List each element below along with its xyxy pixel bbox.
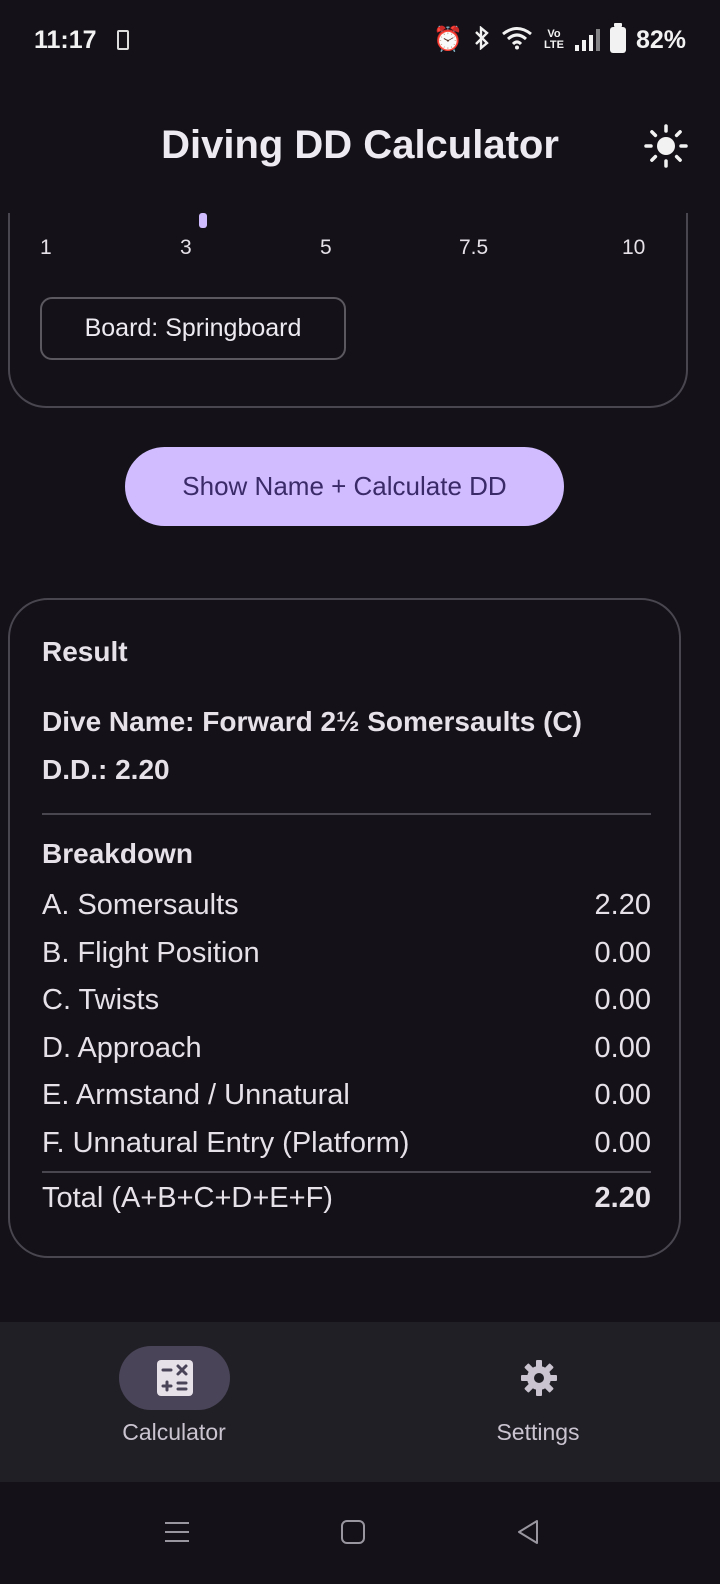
breakdown-value: 0.00 bbox=[594, 936, 651, 969]
breakdown-value: 0.00 bbox=[594, 1079, 651, 1112]
dd-value: D.D.: 2.20 bbox=[42, 754, 170, 785]
height-slider-thumb[interactable] bbox=[199, 213, 207, 228]
breakdown-value: 0.00 bbox=[594, 1126, 651, 1159]
divider bbox=[42, 813, 651, 815]
recent-apps-button[interactable] bbox=[155, 1510, 199, 1554]
nav-active-indicator bbox=[119, 1346, 230, 1410]
system-navigation-bar bbox=[0, 1482, 720, 1584]
nav-item-settings[interactable]: Settings bbox=[360, 1322, 720, 1482]
status-bar: 11:17 ⏰ Vo LTE 82% bbox=[0, 0, 720, 80]
nav-item-calculator[interactable]: Calculator bbox=[0, 1322, 360, 1482]
slider-tick-label: 1 bbox=[40, 236, 52, 259]
breakdown-label: E. Armstand / Unnatural bbox=[42, 1079, 350, 1112]
app-screen: 11:17 ⏰ Vo LTE 82% Diving DD Calculator bbox=[0, 0, 720, 1584]
result-title: Result bbox=[42, 636, 128, 667]
breakdown-row: F. Unnatural Entry (Platform) 0.00 bbox=[42, 1120, 651, 1168]
breakdown-label: D. Approach bbox=[42, 1031, 202, 1064]
breakdown-value: 0.00 bbox=[594, 1031, 651, 1064]
home-button[interactable] bbox=[331, 1510, 375, 1554]
wifi-icon bbox=[501, 26, 533, 55]
breakdown-row: D. Approach 0.00 bbox=[42, 1025, 651, 1073]
bluetooth-icon bbox=[473, 24, 491, 55]
home-square-icon bbox=[341, 1520, 365, 1544]
breakdown-row: E. Armstand / Unnatural 0.00 bbox=[42, 1072, 651, 1120]
breakdown-list: A. Somersaults 2.20 B. Flight Position 0… bbox=[42, 882, 651, 1167]
slider-tick-label: 3 bbox=[180, 236, 192, 259]
back-button[interactable] bbox=[506, 1510, 550, 1554]
breakdown-value: 0.00 bbox=[594, 984, 651, 1017]
sun-icon bbox=[644, 124, 688, 168]
breakdown-row: A. Somersaults 2.20 bbox=[42, 882, 651, 930]
status-icons: ⏰ Vo LTE 82% bbox=[433, 23, 686, 55]
theme-toggle-button[interactable] bbox=[642, 122, 690, 170]
breakdown-row: C. Twists 0.00 bbox=[42, 977, 651, 1025]
signal-icon bbox=[574, 29, 600, 51]
breakdown-value: 2.20 bbox=[594, 889, 651, 922]
breakdown-label: B. Flight Position bbox=[42, 936, 260, 969]
total-row: Total (A+B+C+D+E+F) 2.20 bbox=[42, 1182, 651, 1215]
nav-label-calculator: Calculator bbox=[122, 1419, 226, 1445]
slider-tick-label: 10 bbox=[622, 236, 646, 259]
breakdown-title: Breakdown bbox=[42, 838, 193, 869]
top-app-bar: Diving DD Calculator bbox=[0, 100, 720, 190]
dive-name: Dive Name: Forward 2½ Somersaults (C) bbox=[42, 706, 582, 737]
battery-icon bbox=[609, 23, 626, 53]
total-value: 2.20 bbox=[594, 1182, 651, 1214]
slider-tick-label: 7.5 bbox=[459, 236, 489, 259]
bottom-navigation: Calculator Settings bbox=[0, 1322, 720, 1482]
breakdown-label: F. Unnatural Entry (Platform) bbox=[42, 1126, 410, 1159]
breakdown-label: A. Somersaults bbox=[42, 889, 239, 922]
back-triangle-icon bbox=[518, 1520, 538, 1544]
slider-tick-label: 5 bbox=[320, 236, 332, 259]
alarm-icon: ⏰ bbox=[433, 26, 463, 53]
board-selector-button[interactable]: Board: Springboard bbox=[40, 297, 346, 360]
calculator-icon bbox=[156, 1360, 193, 1396]
battery-percent: 82% bbox=[635, 25, 686, 54]
breakdown-label: C. Twists bbox=[42, 984, 160, 1017]
height-slider-ticks: 1 3 5 7.5 10 bbox=[0, 236, 720, 266]
calculate-dd-button[interactable]: Show Name + Calculate DD bbox=[125, 447, 564, 526]
result-card: Result Dive Name: Forward 2½ Somersaults… bbox=[8, 598, 681, 1258]
divider bbox=[42, 1171, 651, 1173]
battery-saver-icon bbox=[116, 30, 129, 50]
volte-icon: Vo LTE bbox=[543, 28, 564, 51]
total-label: Total (A+B+C+D+E+F) bbox=[42, 1182, 333, 1214]
status-time: 11:17 bbox=[34, 25, 97, 54]
gear-icon bbox=[521, 1360, 557, 1396]
nav-label-settings: Settings bbox=[496, 1419, 580, 1445]
breakdown-row: B. Flight Position 0.00 bbox=[42, 930, 651, 978]
nav-icon-holder bbox=[517, 1356, 561, 1400]
menu-icon bbox=[165, 1522, 189, 1542]
app-title: Diving DD Calculator bbox=[161, 122, 559, 167]
